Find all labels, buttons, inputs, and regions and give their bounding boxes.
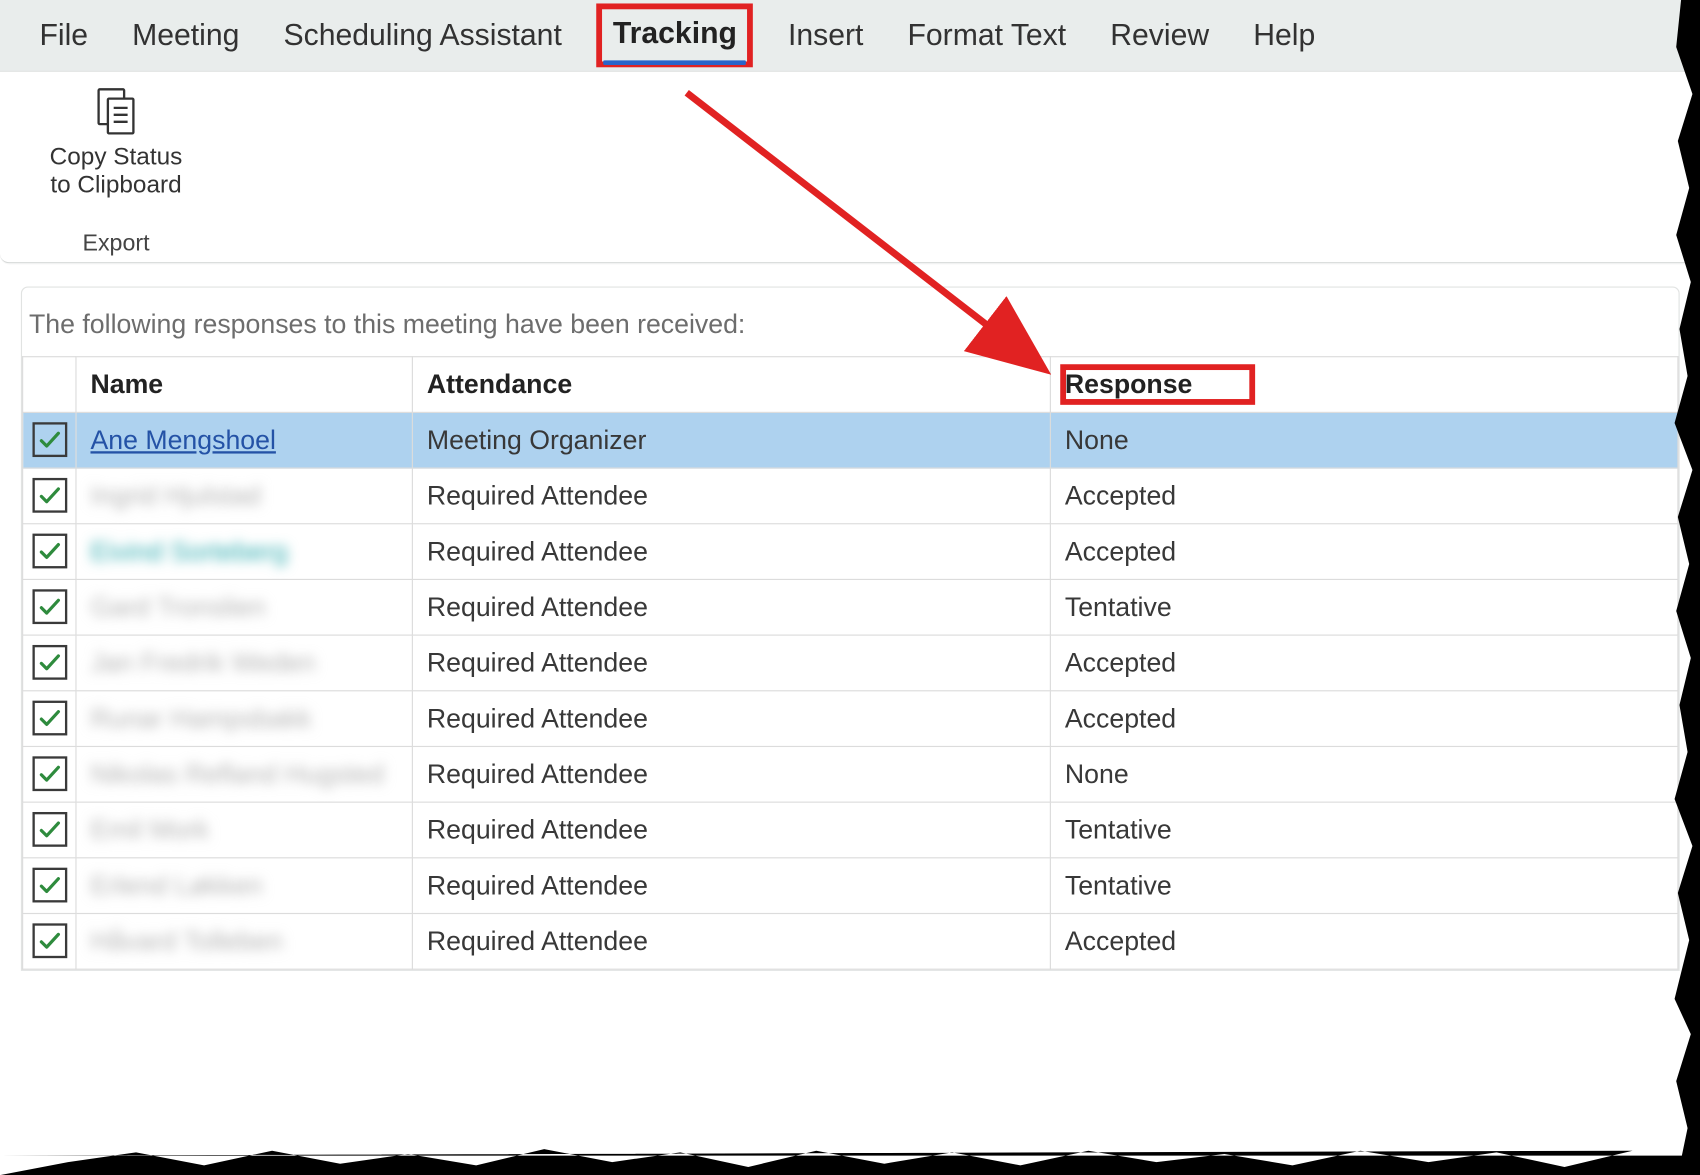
attendee-response: Accepted [1050, 635, 1678, 691]
checkmark-icon [32, 700, 67, 735]
ribbon-panel: Copy Status to Clipboard Export [0, 72, 1700, 263]
table-row[interactable]: Håvard TollebenRequired AttendeeAccepted [23, 914, 1678, 970]
clipboard-pages-icon [88, 84, 144, 140]
attendee-checkbox[interactable] [23, 524, 76, 580]
col-header-response[interactable]: Response [1050, 357, 1678, 413]
ribbon-group-export: Copy Status to Clipboard Export [16, 77, 216, 263]
checkmark-icon [32, 923, 67, 958]
attendee-name: Gard Tronslien [76, 579, 412, 635]
table-row[interactable]: Erlend LøkkenRequired AttendeeTentative [23, 858, 1678, 914]
menu-item-scheduling-assistant[interactable]: Scheduling Assistant [281, 10, 564, 60]
menu-item-tracking[interactable]: Tracking [604, 10, 747, 60]
tracking-content: The following responses to this meeting … [0, 287, 1700, 971]
attendee-response: Accepted [1050, 468, 1678, 524]
ribbon-menu-bar: File Meeting Scheduling Assistant Tracking I… [0, 0, 1700, 72]
attendee-response: Tentative [1050, 579, 1678, 635]
menu-item-file[interactable]: File [37, 10, 90, 60]
attendee-response: Tentative [1050, 802, 1678, 858]
attendee-name: Håvard Tolleben [76, 914, 412, 970]
attendee-response: Tentative [1050, 858, 1678, 914]
attendee-checkbox[interactable] [23, 746, 76, 802]
attendee-attendance: Required Attendee [412, 802, 1050, 858]
menu-item-help[interactable]: Help [1251, 10, 1318, 60]
checkmark-icon [32, 867, 67, 902]
attendee-attendance: Required Attendee [412, 858, 1050, 914]
ribbon-group-name: Export [82, 231, 149, 258]
attendee-attendance: Required Attendee [412, 746, 1050, 802]
attendee-name: Runar Hampsbakk [76, 691, 412, 747]
table-row[interactable]: Gard TronslienRequired AttendeeTentative [23, 579, 1678, 635]
attendee-attendance: Required Attendee [412, 635, 1050, 691]
attendees-table: Name Attendance Response Ane MengshoelMe… [22, 356, 1678, 970]
attendee-checkbox[interactable] [23, 802, 76, 858]
attendee-name: Nikolas Refland Hugsted [76, 746, 412, 802]
col-header-name[interactable]: Name [76, 357, 412, 413]
menu-item-format-text[interactable]: Format Text [905, 10, 1068, 60]
attendee-name: Ingrid Hjulstad [76, 468, 412, 524]
attendee-response: Accepted [1050, 524, 1678, 580]
attendee-checkbox[interactable] [23, 579, 76, 635]
checkmark-icon [32, 422, 67, 457]
table-row[interactable]: Runar HampsbakkRequired AttendeeAccepted [23, 691, 1678, 747]
checkmark-icon [32, 644, 67, 679]
attendee-attendance: Required Attendee [412, 468, 1050, 524]
torn-edge-bottom [0, 1143, 1700, 1175]
response-header-highlight: Response [1065, 369, 1251, 400]
attendee-checkbox[interactable] [23, 858, 76, 914]
col-header-checkbox[interactable] [23, 357, 76, 413]
attendee-name: Emil Mork [76, 802, 412, 858]
checkmark-icon [32, 811, 67, 846]
tracking-panel: The following responses to this meeting … [21, 287, 1680, 971]
copy-status-to-clipboard-button[interactable]: Copy Status to Clipboard [50, 84, 183, 200]
table-row[interactable]: Emil MorkRequired AttendeeTentative [23, 802, 1678, 858]
attendee-checkbox[interactable] [23, 635, 76, 691]
table-row[interactable]: Eivind SortebergRequired AttendeeAccepte… [23, 524, 1678, 580]
col-header-attendance[interactable]: Attendance [412, 357, 1050, 413]
table-header-row: Name Attendance Response [23, 357, 1678, 413]
attendee-checkbox[interactable] [23, 691, 76, 747]
attendee-response: None [1050, 746, 1678, 802]
attendee-name: Eivind Sorteberg [76, 524, 412, 580]
attendee-attendance: Meeting Organizer [412, 412, 1050, 468]
checkmark-icon [32, 756, 67, 791]
attendee-name[interactable]: Ane Mengshoel [76, 412, 412, 468]
attendee-name: Erlend Løkken [76, 858, 412, 914]
menu-item-insert[interactable]: Insert [786, 10, 866, 60]
attendee-name: Jan Fredrik Weden [76, 635, 412, 691]
checkmark-icon [32, 533, 67, 568]
attendee-attendance: Required Attendee [412, 579, 1050, 635]
table-row[interactable]: Nikolas Refland HugstedRequired Attendee… [23, 746, 1678, 802]
attendee-attendance: Required Attendee [412, 914, 1050, 970]
attendee-response: Accepted [1050, 914, 1678, 970]
checkmark-icon [32, 589, 67, 624]
attendee-checkbox[interactable] [23, 412, 76, 468]
table-row[interactable]: Jan Fredrik WedenRequired AttendeeAccept… [23, 635, 1678, 691]
menu-item-review[interactable]: Review [1108, 10, 1212, 60]
attendee-checkbox[interactable] [23, 914, 76, 970]
attendee-attendance: Required Attendee [412, 524, 1050, 580]
menu-item-meeting[interactable]: Meeting [130, 10, 242, 60]
attendee-response: None [1050, 412, 1678, 468]
attendee-response: Accepted [1050, 691, 1678, 747]
copy-status-label: Copy Status to Clipboard [50, 144, 183, 200]
checkmark-icon [32, 477, 67, 512]
attendee-checkbox[interactable] [23, 468, 76, 524]
table-row[interactable]: Ane MengshoelMeeting OrganizerNone [23, 412, 1678, 468]
responses-caption: The following responses to this meeting … [22, 309, 1678, 357]
table-row[interactable]: Ingrid HjulstadRequired AttendeeAccepted [23, 468, 1678, 524]
attendee-attendance: Required Attendee [412, 691, 1050, 747]
